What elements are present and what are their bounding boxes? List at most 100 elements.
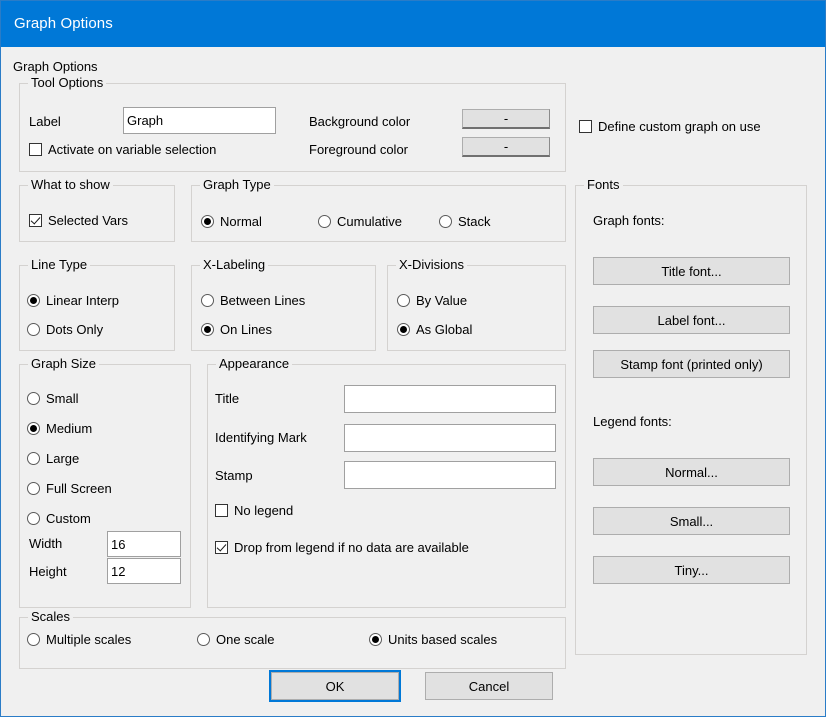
- label-font-button[interactable]: Label font...: [593, 306, 790, 334]
- scales-radio-units-based-scales-label: Units based scales: [388, 632, 497, 647]
- height-input[interactable]: [107, 558, 181, 584]
- graph-size-radio-custom-label: Custom: [46, 511, 91, 526]
- what-to-show-group-title: What to show: [28, 178, 113, 192]
- radio-dot: [27, 512, 40, 525]
- ok-button-label: OK: [326, 679, 345, 694]
- x-divisions-radio-as-global-label: As Global: [416, 322, 472, 337]
- label-font-button-label: Label font...: [658, 313, 726, 328]
- x-labeling-radio-on-lines[interactable]: On Lines: [201, 322, 272, 337]
- foreground-color-caption: Foreground color: [309, 142, 408, 157]
- x-labeling-group: X-Labeling: [191, 265, 376, 351]
- ok-button[interactable]: OK: [271, 672, 399, 700]
- cancel-button-label: Cancel: [469, 679, 509, 694]
- legend-tiny-font-button[interactable]: Tiny...: [593, 556, 790, 584]
- stamp-input[interactable]: [344, 461, 556, 489]
- graph-size-radio-medium-label: Medium: [46, 421, 92, 436]
- appearance-group-title: Appearance: [216, 357, 292, 371]
- graph-type-radio-cumulative[interactable]: Cumulative: [318, 214, 402, 229]
- activate-on-variable-selection-checkbox[interactable]: Activate on variable selection: [29, 142, 216, 157]
- x-divisions-radio-as-global[interactable]: As Global: [397, 322, 472, 337]
- scales-group-title: Scales: [28, 610, 73, 624]
- legend-normal-font-button-label: Normal...: [665, 465, 718, 480]
- x-divisions-group-title: X-Divisions: [396, 258, 467, 272]
- radio-dot: [27, 482, 40, 495]
- graph-size-radio-small-label: Small: [46, 391, 79, 406]
- radio-dot: [439, 215, 452, 228]
- appearance-title-input[interactable]: [344, 385, 556, 413]
- x-labeling-group-title: X-Labeling: [200, 258, 268, 272]
- stamp-font-button-label: Stamp font (printed only): [620, 357, 762, 372]
- legend-small-font-button[interactable]: Small...: [593, 507, 790, 535]
- cancel-button[interactable]: Cancel: [425, 672, 553, 700]
- radio-dot: [201, 323, 214, 336]
- radio-dot: [201, 215, 214, 228]
- legend-small-font-button-label: Small...: [670, 514, 713, 529]
- graph-size-radio-large-label: Large: [46, 451, 79, 466]
- foreground-color-button[interactable]: -: [462, 137, 550, 157]
- scales-radio-multiple-scales[interactable]: Multiple scales: [27, 632, 131, 647]
- x-labeling-radio-on-lines-label: On Lines: [220, 322, 272, 337]
- legend-normal-font-button[interactable]: Normal...: [593, 458, 790, 486]
- window-title: Graph Options: [14, 14, 113, 33]
- tool-options-group-title: Tool Options: [28, 76, 106, 90]
- define-custom-graph-label: Define custom graph on use: [598, 119, 761, 134]
- graph-fonts-caption: Graph fonts:: [593, 213, 665, 228]
- radio-dot: [397, 323, 410, 336]
- scales-radio-one-scale-label: One scale: [216, 632, 275, 647]
- radio-dot: [197, 633, 210, 646]
- graph-size-radio-full-screen[interactable]: Full Screen: [27, 481, 112, 496]
- scales-radio-units-based-scales[interactable]: Units based scales: [369, 632, 497, 647]
- define-custom-graph-checkbox[interactable]: Define custom graph on use: [579, 119, 761, 134]
- scales-radio-one-scale[interactable]: One scale: [197, 632, 275, 647]
- radio-dot: [27, 422, 40, 435]
- activate-on-variable-selection-label: Activate on variable selection: [48, 142, 216, 157]
- graph-size-radio-large[interactable]: Large: [27, 451, 79, 466]
- legend-fonts-caption: Legend fonts:: [593, 414, 672, 429]
- x-divisions-group: X-Divisions: [387, 265, 566, 351]
- x-divisions-radio-by-value[interactable]: By Value: [397, 293, 467, 308]
- width-caption: Width: [29, 536, 62, 551]
- x-labeling-radio-between-lines[interactable]: Between Lines: [201, 293, 305, 308]
- line-type-group: Line Type: [19, 265, 175, 351]
- background-color-value: -: [504, 111, 508, 126]
- identifying-mark-input[interactable]: [344, 424, 556, 452]
- title-bar: Graph Options: [1, 1, 825, 47]
- selected-vars-checkbox[interactable]: Selected Vars: [29, 213, 128, 228]
- x-labeling-radio-between-lines-label: Between Lines: [220, 293, 305, 308]
- drop-from-legend-label: Drop from legend if no data are availabl…: [234, 540, 469, 555]
- no-legend-checkbox[interactable]: No legend: [215, 503, 293, 518]
- drop-from-legend-checkbox[interactable]: Drop from legend if no data are availabl…: [215, 540, 469, 555]
- label-input[interactable]: [123, 107, 276, 134]
- graph-type-radio-normal-label: Normal: [220, 214, 262, 229]
- graph-size-radio-custom[interactable]: Custom: [27, 511, 91, 526]
- foreground-color-value: -: [504, 139, 508, 154]
- graph-size-radio-small[interactable]: Small: [27, 391, 79, 406]
- graph-size-radio-medium[interactable]: Medium: [27, 421, 92, 436]
- graph-size-group-title: Graph Size: [28, 357, 99, 371]
- fonts-group-title: Fonts: [584, 178, 623, 192]
- radio-dot: [318, 215, 331, 228]
- radio-dot: [27, 633, 40, 646]
- stamp-font-button[interactable]: Stamp font (printed only): [593, 350, 790, 378]
- line-type-radio-dots-only[interactable]: Dots Only: [27, 322, 103, 337]
- line-type-group-title: Line Type: [28, 258, 90, 272]
- background-color-button[interactable]: -: [462, 109, 550, 129]
- selected-vars-label: Selected Vars: [48, 213, 128, 228]
- appearance-title-caption: Title: [215, 391, 239, 406]
- graph-type-radio-cumulative-label: Cumulative: [337, 214, 402, 229]
- background-color-caption: Background color: [309, 114, 410, 129]
- radio-dot: [27, 294, 40, 307]
- width-input[interactable]: [107, 531, 181, 557]
- checkbox-box: [579, 120, 592, 133]
- graph-type-radio-stack[interactable]: Stack: [439, 214, 491, 229]
- graph-type-radio-normal[interactable]: Normal: [201, 214, 262, 229]
- checkbox-box: [29, 214, 42, 227]
- line-type-radio-linear-interp[interactable]: Linear Interp: [27, 293, 119, 308]
- no-legend-label: No legend: [234, 503, 293, 518]
- graph-size-radio-full-screen-label: Full Screen: [46, 481, 112, 496]
- checkbox-box: [215, 504, 228, 517]
- graph-options-window: Graph Options Graph Options Tool Options…: [0, 0, 826, 717]
- checkbox-box: [29, 143, 42, 156]
- height-caption: Height: [29, 564, 67, 579]
- title-font-button[interactable]: Title font...: [593, 257, 790, 285]
